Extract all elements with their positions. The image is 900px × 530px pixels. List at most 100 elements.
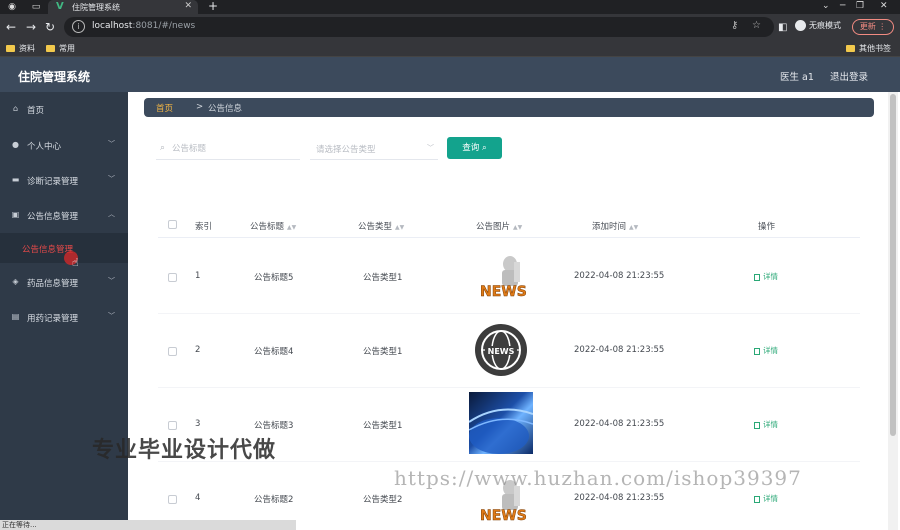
sort-icon[interactable]: ▲▼ — [395, 224, 404, 231]
row-index: 4 — [195, 493, 201, 503]
sort-icon[interactable]: ▲▼ — [629, 224, 638, 231]
select-all-checkbox[interactable] — [168, 220, 177, 229]
row-title: 公告标题4 — [254, 347, 294, 357]
svg-text:NEWS: NEWS — [480, 284, 527, 300]
clipboard-icon: ▣ — [11, 210, 20, 219]
row-checkbox[interactable] — [168, 273, 177, 282]
sidebar-item-label: 个人中心 — [27, 142, 62, 152]
chat-icon: ▬ — [11, 175, 20, 184]
row-title: 公告标题3 — [254, 421, 294, 431]
table-row: 1 公告标题5 公告类型1 NEWS 2022-04-08 21:23:55 详… — [158, 240, 860, 314]
sidebar-item-home[interactable]: ⌂ 首页 — [0, 92, 128, 126]
update-button[interactable]: 更新 ⋮ — [852, 19, 894, 35]
breadcrumb-home[interactable]: 首页 — [156, 102, 173, 114]
key-icon[interactable]: ⚷ — [731, 20, 738, 31]
column-header-type[interactable]: 公告类型 ▲▼ — [358, 220, 404, 232]
browser-status-bar: 正在等待... — [0, 520, 296, 530]
bookmarks-bar: 资料 常用 其他书签 — [0, 40, 900, 57]
sidebar-item-drugs[interactable]: ◈ 药品信息管理 ﹀ — [0, 265, 128, 299]
row-checkbox[interactable] — [168, 347, 177, 356]
folder-icon — [6, 45, 15, 52]
column-header-title[interactable]: 公告标题 ▲▼ — [250, 220, 296, 232]
bookmark-folder-common[interactable]: 常用 — [46, 43, 75, 54]
row-title: 公告标题2 — [254, 495, 294, 505]
chevron-down-icon: ﹀ — [108, 277, 115, 285]
query-button[interactable]: 查询 ⌕ — [447, 137, 502, 159]
column-header-time[interactable]: 添加时间 ▲▼ — [592, 220, 638, 232]
bookmark-folder-other[interactable]: 其他书签 — [846, 43, 891, 54]
row-index: 3 — [195, 419, 201, 429]
sidebar-item-personal-center[interactable]: ● 个人中心 ﹀ — [0, 128, 128, 162]
folder-icon — [846, 45, 855, 52]
notice-image[interactable]: NEWS — [475, 324, 527, 376]
row-type: 公告类型1 — [363, 273, 403, 283]
browser-menu-icon[interactable]: ◉ — [6, 1, 18, 13]
logout-link[interactable]: 退出登录 — [830, 69, 868, 83]
document-icon — [754, 421, 760, 429]
tab-overview-icon[interactable]: ▭ — [30, 1, 42, 13]
sort-icon[interactable]: ▲▼ — [513, 224, 522, 231]
browser-tabstrip: ◉ ▭ V 住院管理系统 ✕ + ⌄ ─ ❐ ✕ — [0, 0, 900, 14]
restore-icon[interactable]: ❐ — [856, 0, 864, 13]
bookmark-folder-resources[interactable]: 资料 — [6, 43, 35, 54]
side-panel-icon[interactable]: ◧ — [778, 21, 787, 35]
shield-icon: ◈ — [12, 277, 19, 286]
minimize-icon[interactable]: ─ — [840, 0, 845, 13]
document-icon — [754, 347, 760, 355]
back-icon[interactable]: ← — [6, 20, 16, 34]
detail-button[interactable]: 详情 — [754, 271, 778, 282]
row-time: 2022-04-08 21:23:55 — [574, 345, 665, 355]
app-header: 住院管理系统 医生 a1 退出登录 — [0, 57, 900, 92]
notice-type-select[interactable]: 请选择公告类型 ﹀ — [310, 138, 438, 160]
sidebar-item-diagnosis[interactable]: ▬ 诊断记录管理 ﹀ — [0, 163, 128, 197]
sidebar-item-notice[interactable]: ▣ 公告信息管理 ︿ — [0, 198, 128, 232]
reload-icon[interactable]: ↻ — [45, 20, 55, 34]
chevron-down-icon: ﹀ — [108, 175, 115, 183]
chevron-down-icon: ﹀ — [108, 140, 115, 148]
row-checkbox[interactable] — [168, 421, 177, 430]
site-info-icon[interactable]: i — [72, 20, 85, 33]
vue-logo-icon: V — [56, 1, 64, 12]
row-checkbox[interactable] — [168, 495, 177, 504]
tab-search-chevron-icon[interactable]: ⌄ — [822, 0, 830, 13]
title-search-field: ⌕ — [156, 138, 300, 160]
home-icon: ⌂ — [12, 104, 19, 113]
current-user-label: 医生 a1 — [780, 72, 814, 83]
row-type: 公告类型2 — [363, 495, 403, 505]
scrollbar-thumb[interactable] — [890, 94, 896, 436]
svg-text:NEWS: NEWS — [480, 508, 527, 524]
detail-button[interactable]: 详情 — [754, 493, 778, 504]
forward-icon[interactable]: → — [26, 20, 36, 34]
browser-tab-active[interactable]: V 住院管理系统 ✕ — [48, 0, 198, 14]
breadcrumb-current: 公告信息 — [208, 104, 243, 114]
browser-toolbar: ← → ↻ i localhost:8081/#/news ⚷ ☆ ◧ 无痕模式… — [0, 14, 900, 40]
notice-type-placeholder: 请选择公告类型 — [316, 145, 376, 155]
sidebar-item-label: 公告信息管理 — [27, 212, 79, 222]
url-text: localhost:8081/#/news — [92, 21, 196, 31]
detail-button[interactable]: 详情 — [754, 419, 778, 430]
column-header-image[interactable]: 公告图片 ▲▼ — [476, 220, 522, 232]
sort-icon[interactable]: ▲▼ — [287, 224, 296, 231]
column-header-action: 操作 — [758, 222, 776, 232]
row-index: 1 — [195, 271, 201, 281]
column-header-index: 索引 — [195, 222, 213, 232]
detail-button[interactable]: 详情 — [754, 345, 778, 356]
app-title: 住院管理系统 — [18, 70, 91, 84]
address-bar[interactable]: i localhost:8081/#/news ⚷ ☆ — [64, 17, 774, 37]
sidebar-item-medication[interactable]: ▤ 用药记录管理 ﹀ — [0, 300, 128, 334]
title-search-input[interactable] — [172, 141, 292, 157]
notice-image[interactable] — [469, 392, 533, 454]
notice-image[interactable]: NEWS — [478, 250, 530, 300]
row-index: 2 — [195, 345, 201, 355]
svg-text:NEWS: NEWS — [488, 347, 515, 356]
search-icon: ⌕ — [160, 143, 166, 153]
new-tab-icon[interactable]: + — [208, 0, 218, 13]
incognito-indicator[interactable]: 无痕模式 — [795, 20, 841, 31]
table-row: 2 公告标题4 公告类型1 NEWS 2022-04-08 21:23:55 详… — [158, 314, 860, 388]
window-close-icon[interactable]: ✕ — [880, 0, 888, 13]
status-text: 正在等待... — [2, 521, 37, 529]
notes-icon: ▤ — [11, 312, 20, 321]
bookmark-star-icon[interactable]: ☆ — [752, 20, 761, 31]
sidebar-item-label: 诊断记录管理 — [27, 177, 79, 187]
tab-close-icon[interactable]: ✕ — [184, 1, 192, 11]
